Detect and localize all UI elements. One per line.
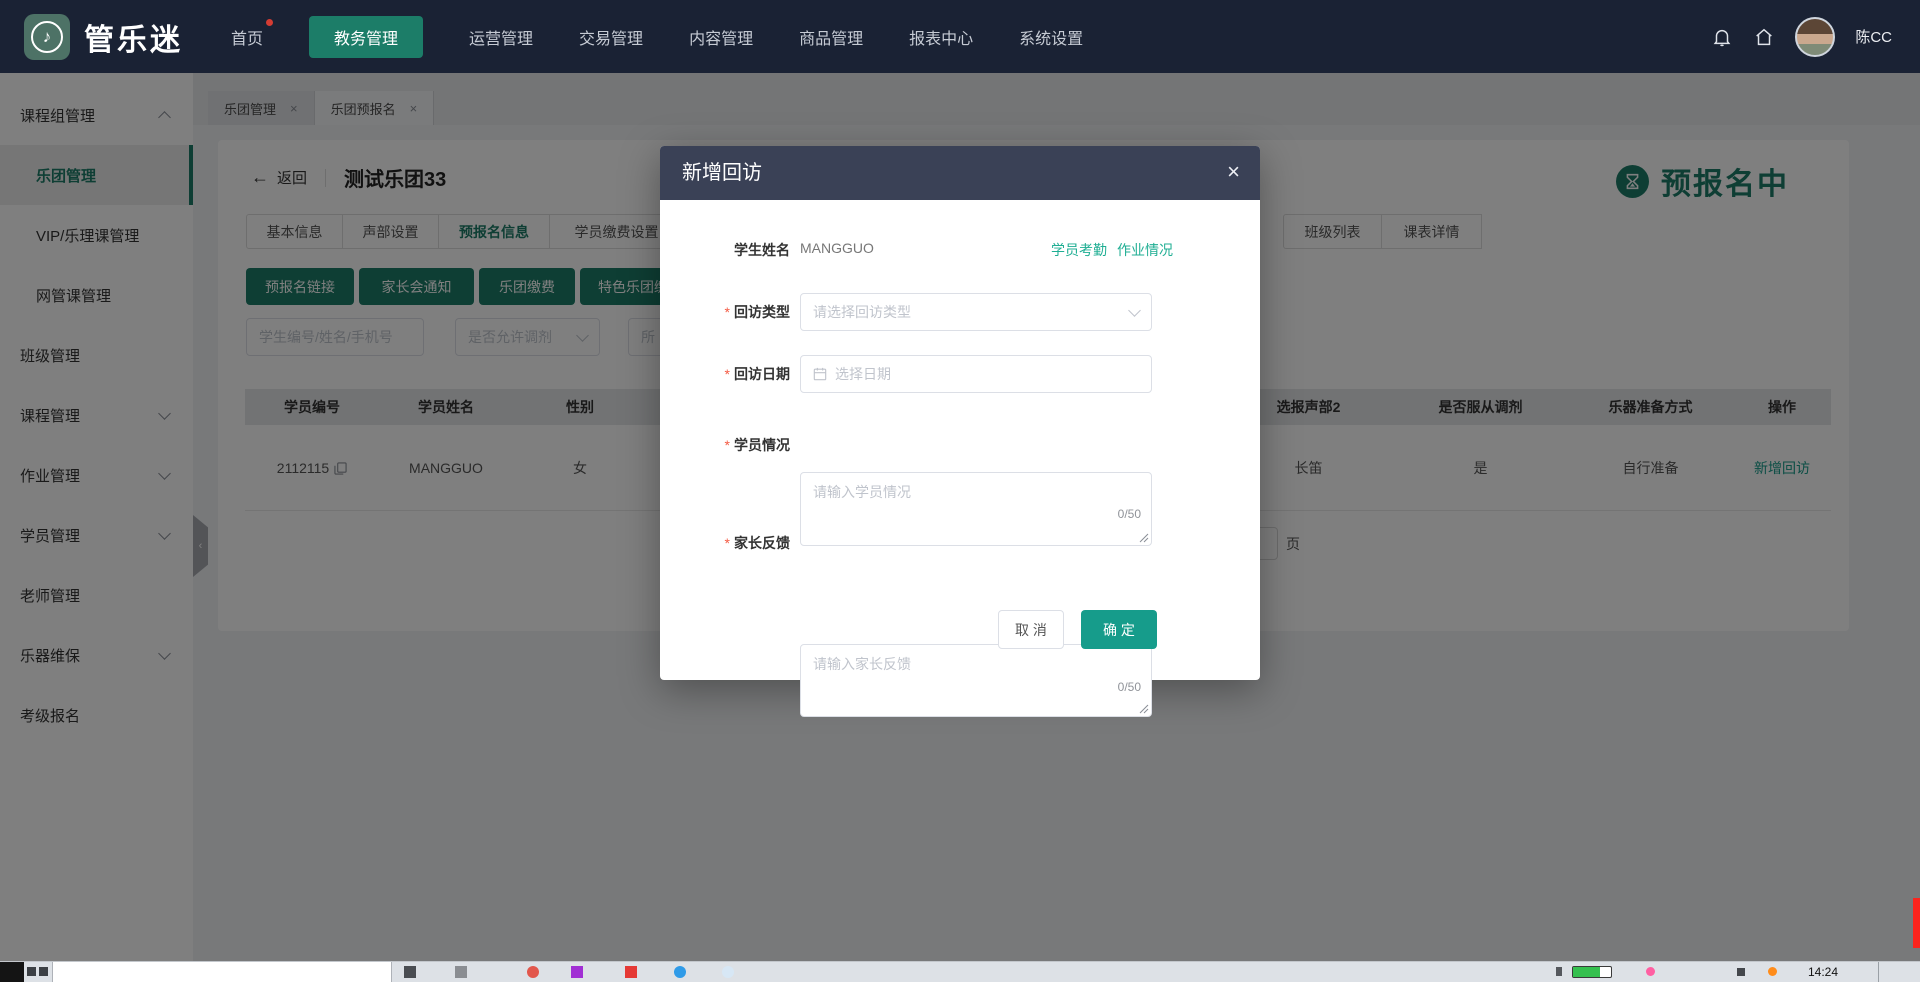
app-screen: ♪ 管乐迷 首页 教务管理 运营管理 交易管理 内容管理 商品管理 报表中心 系… <box>0 0 1920 982</box>
files-icon[interactable] <box>455 966 467 978</box>
avatar[interactable] <box>1795 17 1835 57</box>
window-icon[interactable] <box>404 966 416 978</box>
start-button[interactable] <box>0 962 24 982</box>
chevron-down-icon <box>1128 304 1141 317</box>
dialog-footer: 取 消 确 定 <box>998 610 1157 649</box>
brand[interactable]: ♪ 管乐迷 <box>24 14 183 60</box>
task-view-icon[interactable] <box>27 967 36 976</box>
dialog-header: 新增回访 × <box>660 146 1260 200</box>
notification-dot-icon <box>266 19 273 26</box>
confirm-button[interactable]: 确 定 <box>1081 610 1157 649</box>
followup-type-select[interactable]: 请选择回访类型 <box>800 293 1152 331</box>
battery-icon[interactable] <box>1572 966 1612 978</box>
light-app-icon[interactable] <box>722 966 734 978</box>
purple-app-icon[interactable] <box>571 966 583 978</box>
scrollbar-thumb[interactable] <box>1913 898 1920 948</box>
brand-logo-icon: ♪ <box>24 14 70 60</box>
followup-type-label: *回访类型 <box>660 293 790 331</box>
parent-feedback-label: *家长反馈 <box>660 533 790 553</box>
attendance-link[interactable]: 学员考勤 <box>1051 240 1107 260</box>
dialog-title: 新增回访 <box>682 146 1260 200</box>
parent-feedback-textarea[interactable]: 请输入家长反馈 0/50 <box>800 644 1152 717</box>
clock[interactable]: 14:24 <box>1808 962 1838 982</box>
os-taskbar: 14:24 <box>0 961 1920 982</box>
calendar-icon <box>813 367 827 381</box>
brand-name: 管乐迷 <box>84 15 183 59</box>
followup-date-picker[interactable]: 选择日期 <box>800 355 1152 393</box>
student-situation-label: *学员情况 <box>660 435 790 455</box>
nav-right: 陈CC <box>1711 0 1892 73</box>
top-navbar: ♪ 管乐迷 首页 教务管理 运营管理 交易管理 内容管理 商品管理 报表中心 系… <box>0 0 1920 73</box>
show-desktop-divider[interactable] <box>1878 962 1879 982</box>
nav-item-goods[interactable]: 商品管理 <box>799 25 863 49</box>
home-icon[interactable] <box>1753 26 1775 48</box>
student-name-value: MANGGUO <box>800 240 874 256</box>
nav-menu: 首页 教务管理 运营管理 交易管理 内容管理 商品管理 报表中心 系统设置 <box>231 16 1083 58</box>
red-browser-icon[interactable] <box>527 966 539 978</box>
nav-item-home[interactable]: 首页 <box>231 25 263 49</box>
tray-icon[interactable] <box>1556 967 1562 976</box>
resize-handle-icon[interactable] <box>1139 533 1149 543</box>
user-name[interactable]: 陈CC <box>1855 26 1892 47</box>
search-icon[interactable] <box>39 967 48 976</box>
red-app-icon[interactable] <box>625 966 637 978</box>
tray-icon[interactable] <box>1737 968 1745 976</box>
close-icon[interactable]: × <box>1227 146 1240 198</box>
nav-item-content[interactable]: 内容管理 <box>689 25 753 49</box>
student-name-label: 学生姓名 <box>660 240 790 260</box>
nav-item-academic[interactable]: 教务管理 <box>309 16 423 58</box>
followup-date-label: *回访日期 <box>660 355 790 393</box>
pink-tray-icon[interactable] <box>1646 967 1655 976</box>
student-situation-textarea[interactable]: 请输入学员情况 0/50 <box>800 472 1152 546</box>
dialog-links: 学员考勤 作业情况 <box>1051 240 1173 260</box>
homework-link[interactable]: 作业情况 <box>1117 240 1173 260</box>
orange-tray-icon[interactable] <box>1768 967 1777 976</box>
bell-icon[interactable] <box>1711 26 1733 48</box>
resize-handle-icon[interactable] <box>1139 704 1149 714</box>
char-counter: 0/50 <box>1118 680 1141 694</box>
nav-item-operations[interactable]: 运营管理 <box>469 25 533 49</box>
taskbar-search-box[interactable] <box>52 962 392 982</box>
add-followup-dialog: 新增回访 × 学生姓名 MANGGUO 学员考勤 作业情况 *回访类型 请选择回… <box>660 146 1260 680</box>
char-counter: 0/50 <box>1118 507 1141 521</box>
cancel-button[interactable]: 取 消 <box>998 610 1064 649</box>
nav-item-trade[interactable]: 交易管理 <box>579 25 643 49</box>
music-note-icon: ♪ <box>31 21 63 53</box>
blue-app-icon[interactable] <box>674 966 686 978</box>
nav-item-reports[interactable]: 报表中心 <box>909 25 973 49</box>
nav-item-settings[interactable]: 系统设置 <box>1019 25 1083 49</box>
